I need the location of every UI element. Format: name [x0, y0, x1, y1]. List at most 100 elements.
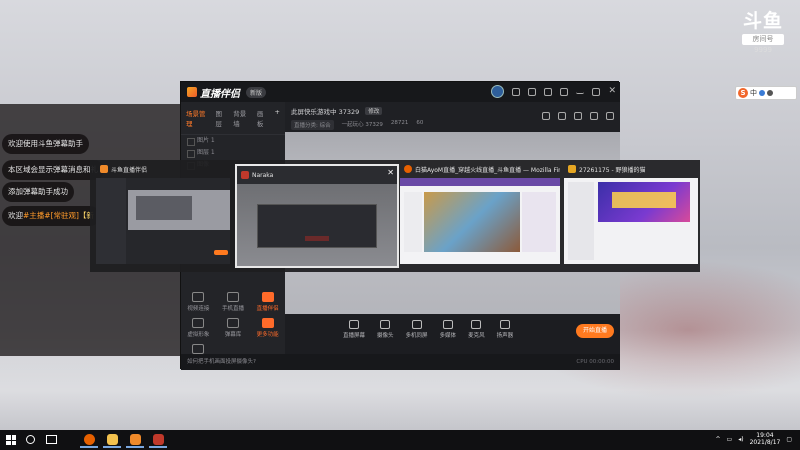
mobile-tip-link[interactable]: 如何把手机画面投屏摄像头?	[187, 359, 256, 365]
microphone-icon	[471, 320, 482, 329]
edit-title-button[interactable]: 修改	[365, 107, 383, 115]
close-icon[interactable]: ✕	[608, 87, 616, 96]
tab-layers[interactable]: 图层	[215, 108, 227, 128]
taskbar: ^ ▭ ◂) 19:04 2021/8/17 ▢	[0, 430, 800, 450]
firefox-icon	[83, 433, 95, 445]
record-icon[interactable]	[558, 112, 566, 120]
douyu-icon	[100, 165, 108, 173]
room-info: 一起玩心 37329	[341, 122, 383, 128]
start-live-button[interactable]: 开始直播	[576, 324, 614, 338]
play-icon	[442, 320, 453, 329]
screen-source-button[interactable]: 直播屏幕	[343, 320, 365, 339]
danmu-icon	[226, 318, 239, 328]
folder-icon	[106, 433, 118, 445]
volume-icon[interactable]: ◂)	[738, 436, 743, 443]
danmu-message: 欢迎#主播#[常驻观]【新	[2, 206, 100, 226]
notification-icon[interactable]: ▢	[786, 436, 792, 443]
minimize-icon[interactable]	[576, 89, 585, 94]
monitor-icon	[349, 320, 359, 329]
window-switcher: 斗鱼直播伴侣 Naraka ✕ 白猫AyoM直播_穿越火线直播_斗鱼直播 — M…	[90, 160, 700, 272]
switcher-thumb[interactable]: 斗鱼直播伴侣	[96, 160, 232, 264]
taskbar-app-explorer[interactable]	[103, 432, 121, 448]
bell-icon[interactable]	[590, 112, 598, 120]
fans-count: 60	[416, 120, 424, 126]
thumb-preview	[96, 178, 230, 264]
scene-item[interactable]: 图片 1	[181, 135, 285, 147]
window-titlebar[interactable]: 直播伴侣 新版 ✕	[181, 82, 620, 102]
windows-start-icon[interactable]	[6, 435, 16, 445]
search-icon[interactable]	[26, 435, 35, 444]
keyboard-icon	[767, 90, 773, 96]
tool-more[interactable]: 更多功能	[250, 318, 285, 338]
douyu-icon	[129, 433, 141, 445]
tool-avatar[interactable]: 虚拟形象	[181, 318, 216, 338]
status-readout: CPU 00:00:00	[576, 359, 614, 365]
task-view-icon[interactable]	[46, 435, 57, 444]
companion-icon	[261, 292, 274, 302]
network-icon[interactable]: ▭	[727, 436, 733, 443]
status-bar: 如何把手机画面投屏摄像头? CPU 00:00:00	[181, 354, 620, 370]
app-icon	[187, 87, 197, 97]
thumb-preview	[237, 184, 397, 266]
system-tray: ^ ▭ ◂) 19:04 2021/8/17 ▢	[716, 432, 793, 446]
settings-icon[interactable]	[544, 87, 553, 96]
taskbar-app-naraka[interactable]	[149, 432, 167, 448]
sogou-icon: S	[738, 88, 748, 98]
phone-icon	[226, 292, 239, 302]
avatar-icon	[192, 318, 205, 328]
tab-background[interactable]: 背景墙	[233, 108, 251, 128]
avatar[interactable]	[491, 85, 505, 98]
speaker-button[interactable]: 扬声器	[497, 320, 513, 339]
menu-icon[interactable]	[560, 87, 569, 96]
firefox-icon	[404, 165, 412, 173]
tab-board[interactable]: 画板	[257, 108, 269, 128]
tool-danmu[interactable]: 弹幕库	[216, 318, 251, 338]
message-icon[interactable]	[512, 87, 521, 96]
source-controls: 直播屏幕 摄像头 多机同屏 多媒体 麦克风 扬声器 开始直播	[285, 314, 620, 354]
danmu-message: 本区域会显示弹幕消息和礼	[2, 160, 104, 180]
room-category[interactable]: 直播分类: 综合	[291, 120, 334, 130]
camera-icon	[380, 320, 391, 329]
mic-icon	[759, 90, 765, 96]
mail-icon[interactable]	[528, 87, 537, 96]
folder-icon[interactable]	[574, 112, 582, 120]
switcher-thumb[interactable]: 27261175 - 野狼播的猫	[564, 160, 698, 264]
speaker-icon	[499, 320, 510, 329]
maximize-icon[interactable]	[592, 87, 601, 96]
version-badge[interactable]: 新版	[246, 86, 267, 98]
clock[interactable]: 19:04 2021/8/17	[750, 432, 781, 446]
tool-live-companion[interactable]: 直播伴侣	[250, 292, 285, 312]
image-icon	[192, 344, 205, 354]
douyu-logo: 斗鱼 房间号 9999	[742, 10, 784, 54]
tab-scenes[interactable]: 场景管理	[186, 108, 209, 128]
close-window-icon[interactable]: ✕	[387, 168, 394, 177]
copy-icon[interactable]	[542, 112, 550, 120]
tool-video-link[interactable]: 视频连接	[181, 292, 216, 312]
naraka-icon	[152, 433, 164, 445]
taskbar-app-douyu[interactable]	[126, 432, 144, 448]
switcher-thumb[interactable]: 白猫AyoM直播_穿越火线直播_斗鱼直播 — Mozilla Firefox	[400, 160, 560, 264]
switcher-thumb-selected[interactable]: Naraka ✕	[235, 164, 399, 268]
share-icon[interactable]	[606, 112, 614, 120]
douyu-icon	[568, 165, 576, 173]
camera-source-button[interactable]: 摄像头	[377, 320, 394, 339]
danmu-message: 欢迎使用斗鱼弹幕助手	[2, 134, 89, 154]
microphone-button[interactable]: 麦克风	[468, 320, 485, 339]
chevron-up-icon[interactable]: ^	[716, 436, 721, 443]
multi-screen-icon	[411, 320, 422, 329]
hot-count: 28721	[390, 120, 409, 126]
room-title: 此屏快乐游戏中 37329	[291, 108, 360, 116]
naraka-icon	[241, 171, 249, 179]
tool-mobile-live[interactable]: 手机直播	[216, 292, 251, 312]
taskbar-app-firefox[interactable]	[80, 432, 98, 448]
scene-item[interactable]: 图层 1	[181, 147, 285, 159]
more-icon	[261, 318, 274, 328]
multi-screen-button[interactable]: 多机同屏	[406, 320, 428, 339]
add-icon[interactable]: +	[275, 108, 280, 128]
media-button[interactable]: 多媒体	[440, 320, 456, 339]
app-logo: 直播伴侣	[187, 85, 240, 100]
thumb-preview	[564, 178, 698, 264]
video-icon	[192, 292, 205, 302]
danmu-message: 添加弹幕助手成功	[2, 182, 74, 202]
ime-toolbar[interactable]: S 中	[735, 86, 797, 100]
